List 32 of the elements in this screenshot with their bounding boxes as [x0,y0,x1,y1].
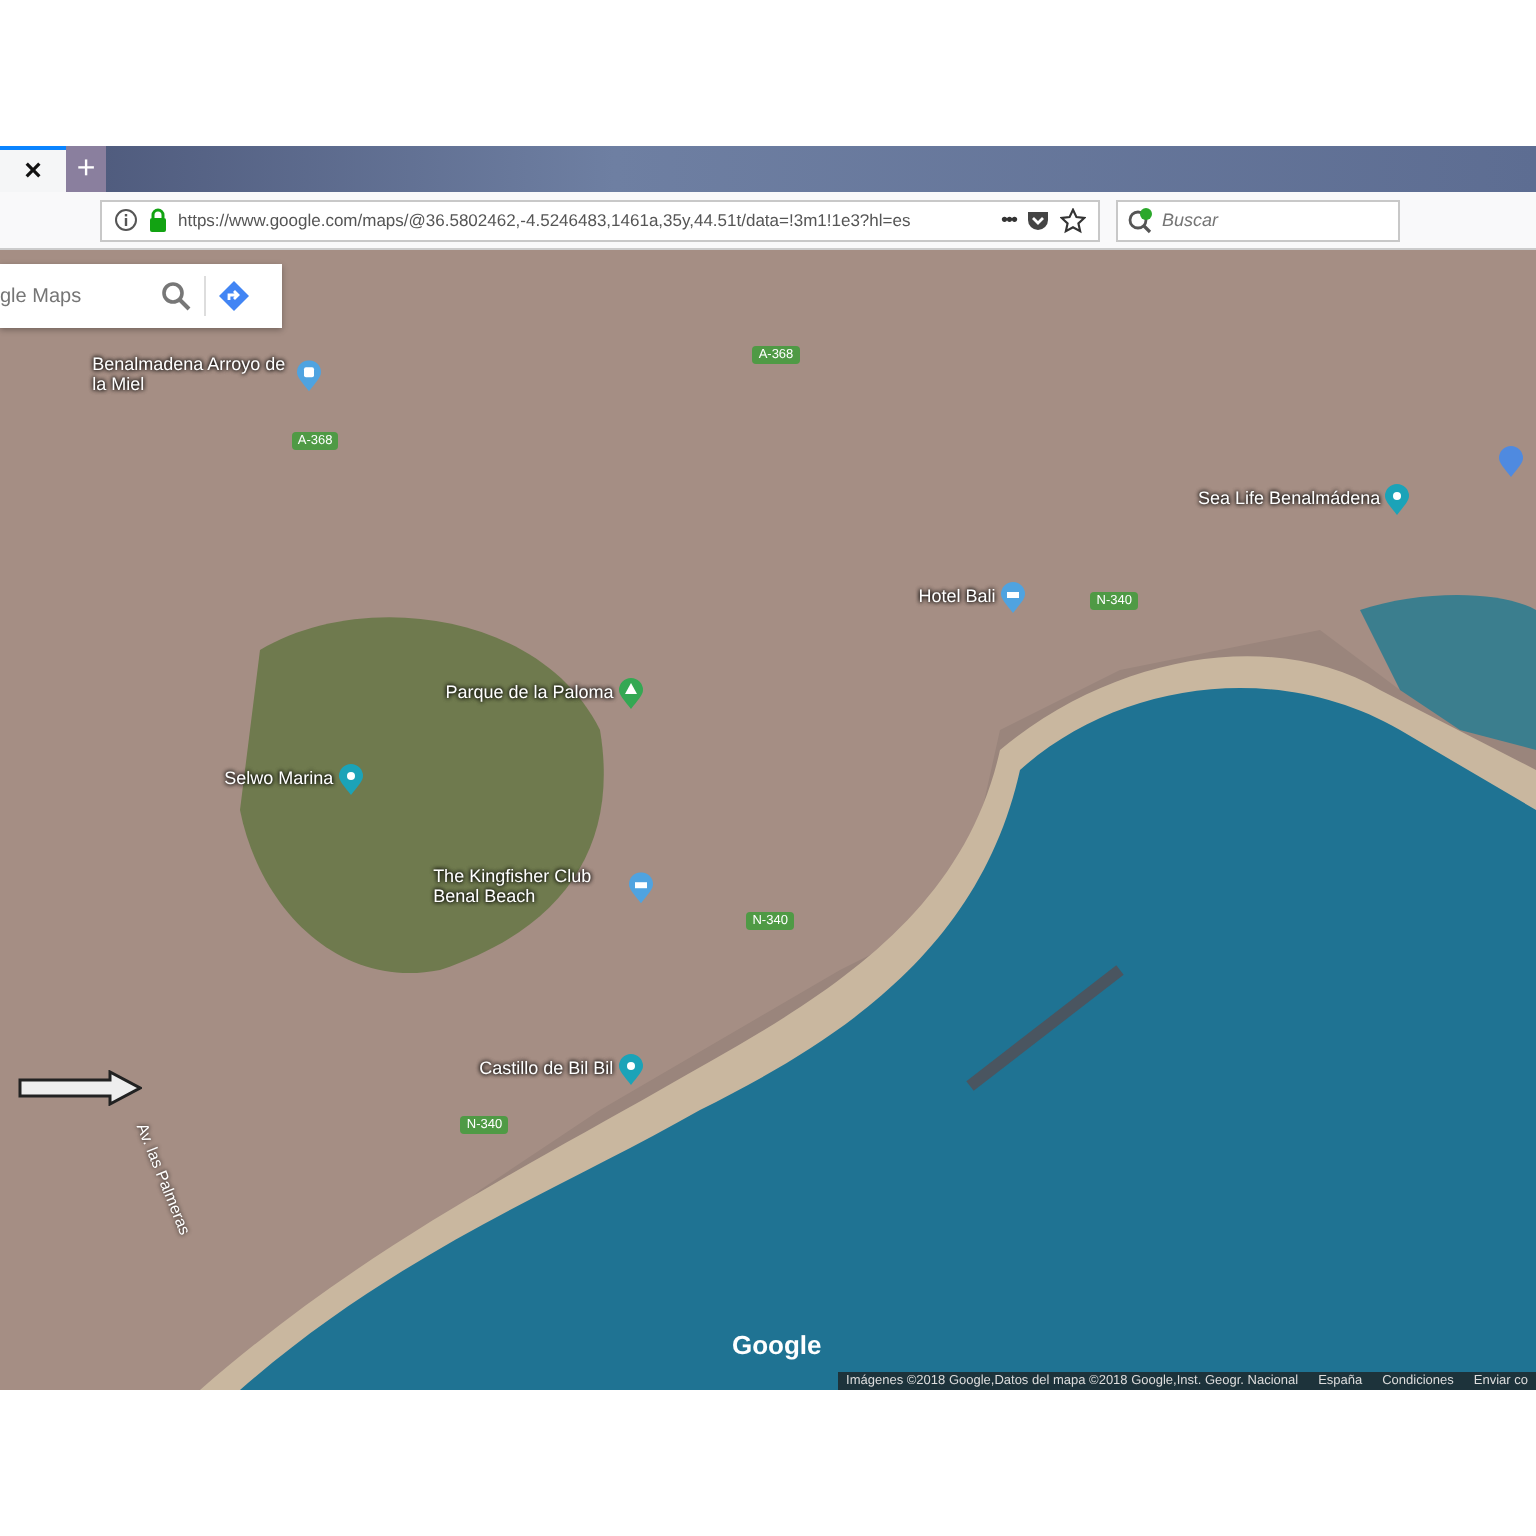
place-label[interactable]: Castillo de Bil Bil [479,1060,614,1081]
info-icon[interactable] [114,208,138,232]
pin-icon[interactable] [617,1054,644,1087]
search-icon[interactable] [160,280,192,312]
new-tab-button[interactable]: + [66,146,106,192]
google-logo: Google [732,1330,822,1360]
bus-pin-icon[interactable] [296,359,323,392]
tree-pin-icon[interactable] [617,678,644,711]
satellite-map-drawing[interactable] [0,250,1536,1390]
map-search-bar[interactable]: gle Maps [0,264,282,328]
place-label[interactable]: Selwo Marina [224,770,334,790]
place-label[interactable]: The Kingfisher Club Benal Beach [433,868,624,909]
bed-pin-icon[interactable] [999,581,1026,614]
place-label[interactable]: Benalmadena Arroyo de la Miel [92,355,293,396]
page-actions-button[interactable]: ••• [1000,209,1016,231]
address-bar[interactable]: https://www.google.com/maps/@36.5802462,-4.5246483,1461a,35y,44.51t/data=!3m1!1e3?hl=es ••• [100,199,1100,241]
pin-icon[interactable] [1384,484,1411,517]
close-tab-button[interactable]: × [24,154,42,188]
bookmark-star-icon[interactable] [1060,207,1086,233]
place-label[interactable]: Parque de la Paloma [445,684,614,705]
arrow-icon [18,1070,142,1106]
url-text: https://www.google.com/maps/@36.5802462,-4.5246483,1461a,35y,44.51t/data=!3m1!1e3?hl=es [178,210,913,230]
bed-pin-icon[interactable] [627,872,654,905]
search-bar[interactable]: Buscar [1116,199,1400,241]
pin-icon[interactable] [337,764,364,797]
lock-icon [148,208,168,232]
pocket-icon[interactable] [1026,208,1050,232]
place-label[interactable]: Hotel Bali [918,587,996,608]
browser-tab[interactable]: × [0,146,66,192]
search-icon [1126,206,1154,234]
directions-icon[interactable] [218,280,250,312]
place-label[interactable]: Sea Life Benalmádena [1198,490,1381,511]
